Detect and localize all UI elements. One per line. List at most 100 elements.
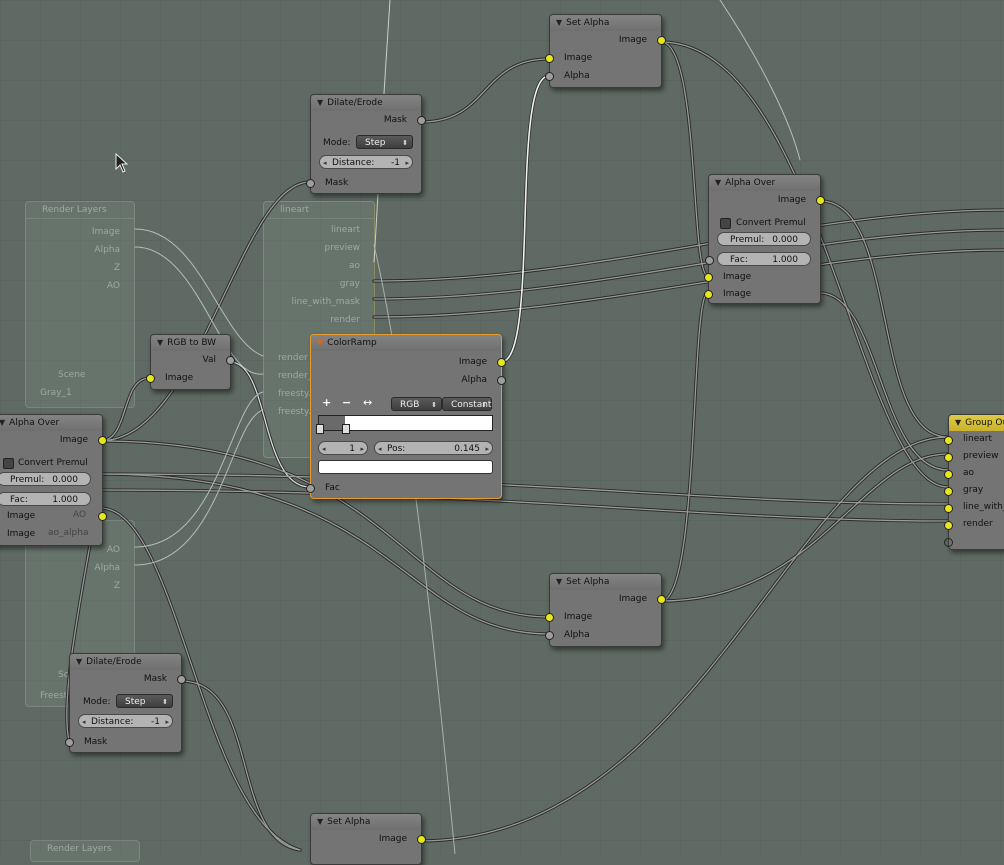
collapse-triangle-icon[interactable]: ▼ (955, 415, 961, 431)
node-header[interactable]: ▼ Set Alpha (311, 814, 421, 830)
fac-field[interactable]: Fac: 1.000 (705, 252, 811, 266)
node-header[interactable]: ▼ Set Alpha (550, 574, 661, 590)
field-value: -1 (391, 158, 400, 168)
output-socket[interactable] (98, 436, 107, 445)
color-mode-dropdown[interactable]: RGB ⬍ (391, 397, 442, 411)
node-header[interactable]: ▼ ColorRamp (311, 335, 501, 351)
output-socket[interactable] (417, 835, 426, 844)
input-socket[interactable] (545, 72, 554, 81)
input-row: gray (944, 482, 1004, 499)
ramp-stop-handle-active[interactable] (342, 424, 350, 434)
convert-premul-checkbox[interactable] (720, 218, 731, 229)
input-socket[interactable] (944, 504, 953, 513)
premul-field[interactable]: Premul: 0.000 (0, 472, 91, 486)
field-value: -1 (151, 717, 160, 727)
input-socket[interactable] (944, 521, 953, 530)
color-ramp-widget[interactable] (316, 415, 493, 434)
mode-dropdown[interactable]: Step ⬍ (116, 694, 173, 708)
set-alpha-node-middle[interactable]: ▼ Set Alpha Image Image Alpha (545, 573, 666, 647)
input-image-row: Image (704, 285, 820, 303)
arrow-left-icon[interactable]: ◂ (82, 715, 86, 729)
collapse-triangle-icon[interactable]: ▼ (556, 574, 562, 590)
node-header[interactable]: ▼ Dilate/Erode (70, 654, 181, 670)
input-socket[interactable] (65, 738, 74, 747)
socket-label: Image (618, 35, 647, 45)
arrow-left-icon[interactable]: ◂ (322, 442, 326, 456)
stop-color-swatch[interactable] (318, 460, 493, 474)
node-header[interactable]: ▼ Dilate/Erode (311, 95, 421, 111)
collapse-triangle-icon[interactable]: ▼ (556, 15, 562, 31)
collapse-triangle-icon[interactable]: ▼ (715, 175, 721, 191)
set-alpha-node-top[interactable]: ▼ Set Alpha Image Image Alpha (545, 14, 666, 88)
input-socket[interactable] (306, 484, 315, 493)
output-socket[interactable] (657, 595, 666, 604)
dilate-erode-node-top[interactable]: ▼ Dilate/Erode Mask Mode: Step ⬍ ◂ Distance… (306, 94, 426, 194)
arrow-right-icon[interactable]: ▸ (485, 442, 489, 456)
collapse-triangle-icon[interactable]: ▼ (317, 335, 323, 351)
flip-ramp-button[interactable]: ↔ (363, 396, 372, 409)
set-alpha-node-bottom[interactable]: ▼ Set Alpha Image (310, 813, 426, 865)
node-header[interactable]: ▼ Set Alpha (550, 15, 661, 31)
collapse-triangle-icon[interactable]: ▼ (157, 335, 163, 351)
collapse-triangle-icon[interactable]: ▼ (76, 654, 82, 670)
arrow-right-icon[interactable]: ▸ (360, 442, 364, 456)
add-stop-button[interactable]: + (322, 396, 331, 409)
linked-socket[interactable] (98, 512, 107, 521)
stop-index-field[interactable]: ◂ 1 ▸ (318, 441, 368, 455)
empty-input-socket[interactable] (944, 538, 953, 547)
arrow-left-icon[interactable]: ◂ (378, 442, 382, 456)
alpha-over-node-left[interactable]: ▼ Alpha Over Image Convert Premul Premul:… (0, 414, 107, 546)
node-header[interactable]: ▼ Group Ou (949, 415, 1004, 431)
fac-field[interactable]: Fac: 1.000 (0, 492, 91, 506)
arrow-left-icon[interactable]: ◂ (323, 156, 327, 170)
rgb-to-bw-node[interactable]: ▼ RGB to BW Val Image (146, 334, 235, 390)
collapse-triangle-icon[interactable]: ▼ (317, 814, 323, 830)
output-socket[interactable] (417, 116, 426, 125)
input-socket[interactable] (704, 290, 713, 299)
input-socket[interactable] (944, 453, 953, 462)
input-socket[interactable] (944, 436, 953, 445)
input-socket[interactable] (545, 54, 554, 63)
input-socket[interactable] (306, 179, 315, 188)
interpolation-dropdown[interactable]: Constant ⬍ (442, 397, 492, 411)
input-socket[interactable] (944, 470, 953, 479)
output-socket[interactable] (497, 358, 506, 367)
ramp-stop-handle[interactable] (316, 424, 324, 434)
input-socket[interactable] (704, 273, 713, 282)
color-ramp-node[interactable]: ▼ ColorRamp Image Alpha + − ↔ RGB ⬍ Consta… (306, 334, 506, 499)
node-header[interactable]: ▼ Alpha Over (0, 415, 102, 431)
group-output-node[interactable]: ▼ Group Ou lineart preview ao gray line_w… (944, 414, 1004, 550)
field-value: 0.000 (772, 235, 798, 245)
input-socket[interactable] (944, 487, 953, 496)
remove-stop-button[interactable]: − (342, 396, 351, 409)
collapse-triangle-icon[interactable]: ▼ (317, 95, 323, 111)
arrow-right-icon[interactable]: ▸ (165, 715, 169, 729)
pos-field[interactable]: ◂ Pos: 0.145 ▸ (374, 441, 493, 455)
field-value: 0.000 (52, 475, 78, 485)
socket-label: Alpha (564, 71, 590, 81)
alpha-over-node-right[interactable]: ▼ Alpha Over Image Convert Premul Premul:… (704, 174, 825, 304)
distance-field[interactable]: ◂ Distance: -1 ▸ (78, 714, 173, 728)
input-socket[interactable] (705, 256, 714, 265)
node-header[interactable]: ▼ RGB to BW (151, 335, 230, 351)
distance-field[interactable]: ◂ Distance: -1 ▸ (319, 155, 413, 169)
node-header[interactable]: ▼ Alpha Over (709, 175, 820, 191)
collapse-triangle-icon[interactable]: ▼ (0, 415, 5, 431)
input-socket[interactable] (545, 613, 554, 622)
input-fac-row: Fac (306, 479, 501, 497)
socket-label: render (963, 519, 993, 529)
mode-dropdown[interactable]: Step ⬍ (356, 135, 413, 149)
output-socket[interactable] (816, 196, 825, 205)
convert-premul-checkbox[interactable] (3, 458, 14, 469)
output-socket[interactable] (657, 36, 666, 45)
output-socket[interactable] (226, 356, 235, 365)
input-socket[interactable] (545, 631, 554, 640)
input-row: preview (944, 448, 1004, 465)
socket-label: Image (723, 272, 752, 282)
output-socket[interactable] (497, 376, 506, 385)
input-socket[interactable] (146, 374, 155, 383)
dilate-erode-node-bottom[interactable]: ▼ Dilate/Erode Mask Mode: Step ⬍ ◂ Distance… (65, 653, 186, 753)
premul-field[interactable]: Premul: 0.000 (717, 232, 811, 246)
arrow-right-icon[interactable]: ▸ (405, 156, 409, 170)
output-socket[interactable] (177, 675, 186, 684)
